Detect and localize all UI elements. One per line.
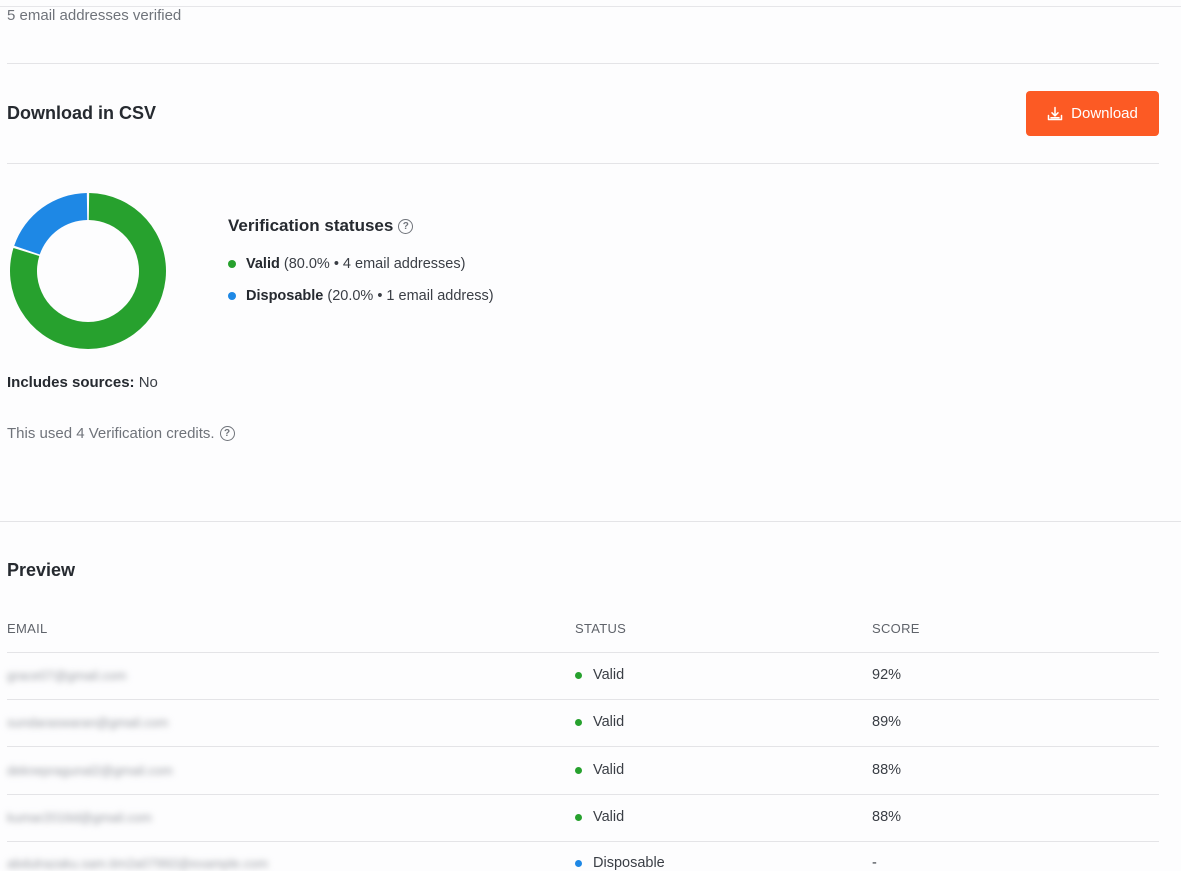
disposable-dot-icon xyxy=(228,292,236,300)
help-icon[interactable]: ? xyxy=(398,218,414,234)
verification-statuses-title: Verification statuses ? xyxy=(228,216,414,236)
status-label: Disposable xyxy=(593,855,665,871)
email-cell: kumar2016d@gmail.com xyxy=(7,810,152,825)
row-divider xyxy=(7,841,1159,842)
legend-detail: (20.0% • 1 email address) xyxy=(327,288,494,304)
status-cell: Valid xyxy=(575,809,624,825)
row-divider xyxy=(7,699,1159,700)
valid-dot-icon xyxy=(228,260,236,268)
legend-detail: (80.0% • 4 email addresses) xyxy=(283,256,466,272)
status-dot-icon xyxy=(575,718,582,726)
status-dot-icon xyxy=(575,766,582,774)
section-divider xyxy=(7,163,1159,164)
status-donut-chart xyxy=(9,193,166,349)
score-cell: 88% xyxy=(872,809,902,825)
status-dot-icon xyxy=(575,671,582,679)
score-cell: 88% xyxy=(872,762,902,778)
download-button-label: Download xyxy=(1071,105,1138,122)
credits-text: This used 4 Verification credits. xyxy=(7,425,215,442)
section-divider xyxy=(7,63,1159,64)
row-divider xyxy=(7,794,1159,795)
score-cell: 92% xyxy=(872,667,902,683)
credits-info: This used 4 Verification credits. ? xyxy=(7,425,235,442)
includes-sources: Includes sources: No xyxy=(7,374,158,391)
legend-label: Valid xyxy=(246,256,280,272)
legend-item-valid: Valid (80.0% • 4 email addresses) xyxy=(228,256,465,272)
email-cell: sundaraswaran@gmail.com xyxy=(7,715,169,730)
donut-slice-disposable xyxy=(14,193,88,255)
help-icon[interactable]: ? xyxy=(219,426,235,441)
csv-section-title: Download in CSV xyxy=(7,103,157,123)
status-cell: Valid xyxy=(575,762,624,778)
status-cell: Valid xyxy=(575,714,624,730)
status-label: Valid xyxy=(593,809,625,825)
status-cell: Disposable xyxy=(575,855,665,871)
column-header-email[interactable]: EMAIL xyxy=(7,621,48,636)
status-cell: Valid xyxy=(575,667,624,683)
preview-title: Preview xyxy=(7,560,76,580)
verified-count-text: 5 email addresses verified xyxy=(7,7,182,24)
status-dot-icon xyxy=(575,813,582,821)
download-button[interactable]: Download xyxy=(1026,91,1159,136)
column-header-score[interactable]: SCORE xyxy=(872,621,920,636)
section-divider xyxy=(0,521,1181,522)
legend-item-disposable: Disposable (20.0% • 1 email address) xyxy=(228,288,494,304)
status-label: Valid xyxy=(593,762,625,778)
status-label: Valid xyxy=(593,667,625,683)
score-cell: - xyxy=(872,855,877,871)
download-icon xyxy=(1047,106,1063,120)
sources-value: No xyxy=(138,374,158,391)
status-dot-icon xyxy=(575,859,582,867)
legend-title-text: Verification statuses xyxy=(228,216,394,235)
email-cell: grace07@gmail.com xyxy=(7,668,127,683)
row-divider xyxy=(7,746,1159,747)
legend-label: Disposable xyxy=(246,288,324,304)
column-header-status[interactable]: STATUS xyxy=(575,621,626,636)
email-cell: abdulrazaku.sam.tim2a07992@example.com xyxy=(7,856,269,871)
email-cell: deknepragunal2@gmail.com xyxy=(7,763,173,778)
status-label: Valid xyxy=(593,714,625,730)
score-cell: 89% xyxy=(872,714,902,730)
sources-label: Includes sources: xyxy=(7,374,135,391)
row-divider xyxy=(7,652,1159,653)
